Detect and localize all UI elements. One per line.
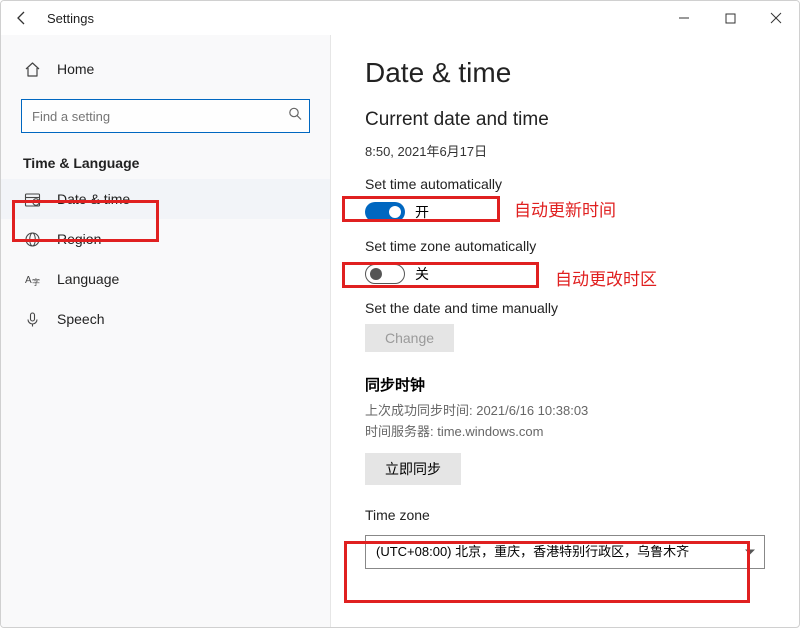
nav-home[interactable]: Home: [1, 49, 330, 89]
sync-last: 上次成功同步时间: 2021/6/16 10:38:03: [365, 401, 765, 422]
nav-region[interactable]: Region: [1, 219, 330, 259]
nav-date-time-label: Date & time: [57, 191, 308, 207]
manual-datetime-block: Set the date and time manually Change: [365, 300, 765, 352]
sidebar: Home Time & Language Date & time Regi: [1, 35, 331, 627]
set-tz-auto-state: 关: [415, 264, 429, 284]
calendar-clock-icon: [23, 190, 41, 208]
set-tz-auto-block: Set time zone automatically 关: [365, 238, 765, 284]
microphone-icon: [23, 310, 41, 328]
timezone-select[interactable]: (UTC+08:00) 北京，重庆，香港特别行政区，乌鲁木齐: [365, 535, 765, 569]
svg-text:A: A: [25, 275, 32, 286]
set-tz-auto-label: Set time zone automatically: [365, 238, 536, 254]
search-container: [21, 99, 310, 133]
sync-now-button[interactable]: 立即同步: [365, 453, 461, 485]
current-datetime-value: 8:50, 2021年6月17日: [365, 141, 765, 160]
nav-language-label: Language: [57, 271, 308, 287]
maximize-button[interactable]: [707, 1, 753, 35]
timezone-label: Time zone: [365, 507, 430, 523]
minimize-button[interactable]: [661, 1, 707, 35]
nav-home-label: Home: [57, 61, 308, 77]
page-title: Date & time: [365, 57, 765, 89]
search-icon: [288, 107, 302, 126]
set-time-auto-label: Set time automatically: [365, 176, 502, 192]
sync-server: 时间服务器: time.windows.com: [365, 422, 765, 443]
nav-region-label: Region: [57, 231, 308, 247]
nav-date-time[interactable]: Date & time: [1, 179, 330, 219]
search-input[interactable]: [21, 99, 310, 133]
close-button[interactable]: [753, 1, 799, 35]
back-button[interactable]: [9, 5, 35, 31]
minimize-icon: [678, 12, 690, 24]
sync-clock-heading: 同步时钟: [365, 374, 765, 395]
titlebar: Settings: [1, 1, 799, 35]
window-controls: [661, 1, 799, 35]
set-tz-auto-toggle[interactable]: [365, 264, 405, 284]
nav-speech[interactable]: Speech: [1, 299, 330, 339]
nav-language[interactable]: A字 Language: [1, 259, 330, 299]
close-icon: [770, 12, 782, 24]
svg-text:字: 字: [32, 277, 40, 287]
window-title: Settings: [47, 11, 661, 26]
home-icon: [23, 60, 41, 78]
globe-icon: [23, 230, 41, 248]
current-datetime-heading: Current date and time: [365, 109, 765, 131]
timezone-block: Time zone (UTC+08:00) 北京，重庆，香港特别行政区，乌鲁木齐: [365, 507, 765, 569]
arrow-left-icon: [14, 10, 30, 26]
change-button[interactable]: Change: [365, 324, 454, 352]
sidebar-section-title: Time & Language: [1, 141, 330, 179]
set-time-auto-state: 开: [415, 202, 429, 222]
maximize-icon: [725, 13, 736, 24]
nav-speech-label: Speech: [57, 311, 308, 327]
manual-datetime-label: Set the date and time manually: [365, 300, 765, 316]
set-time-auto-toggle[interactable]: [365, 202, 405, 222]
language-icon: A字: [23, 270, 41, 288]
content-area: Date & time Current date and time 8:50, …: [331, 35, 799, 627]
set-time-auto-block: Set time automatically 开: [365, 176, 765, 222]
